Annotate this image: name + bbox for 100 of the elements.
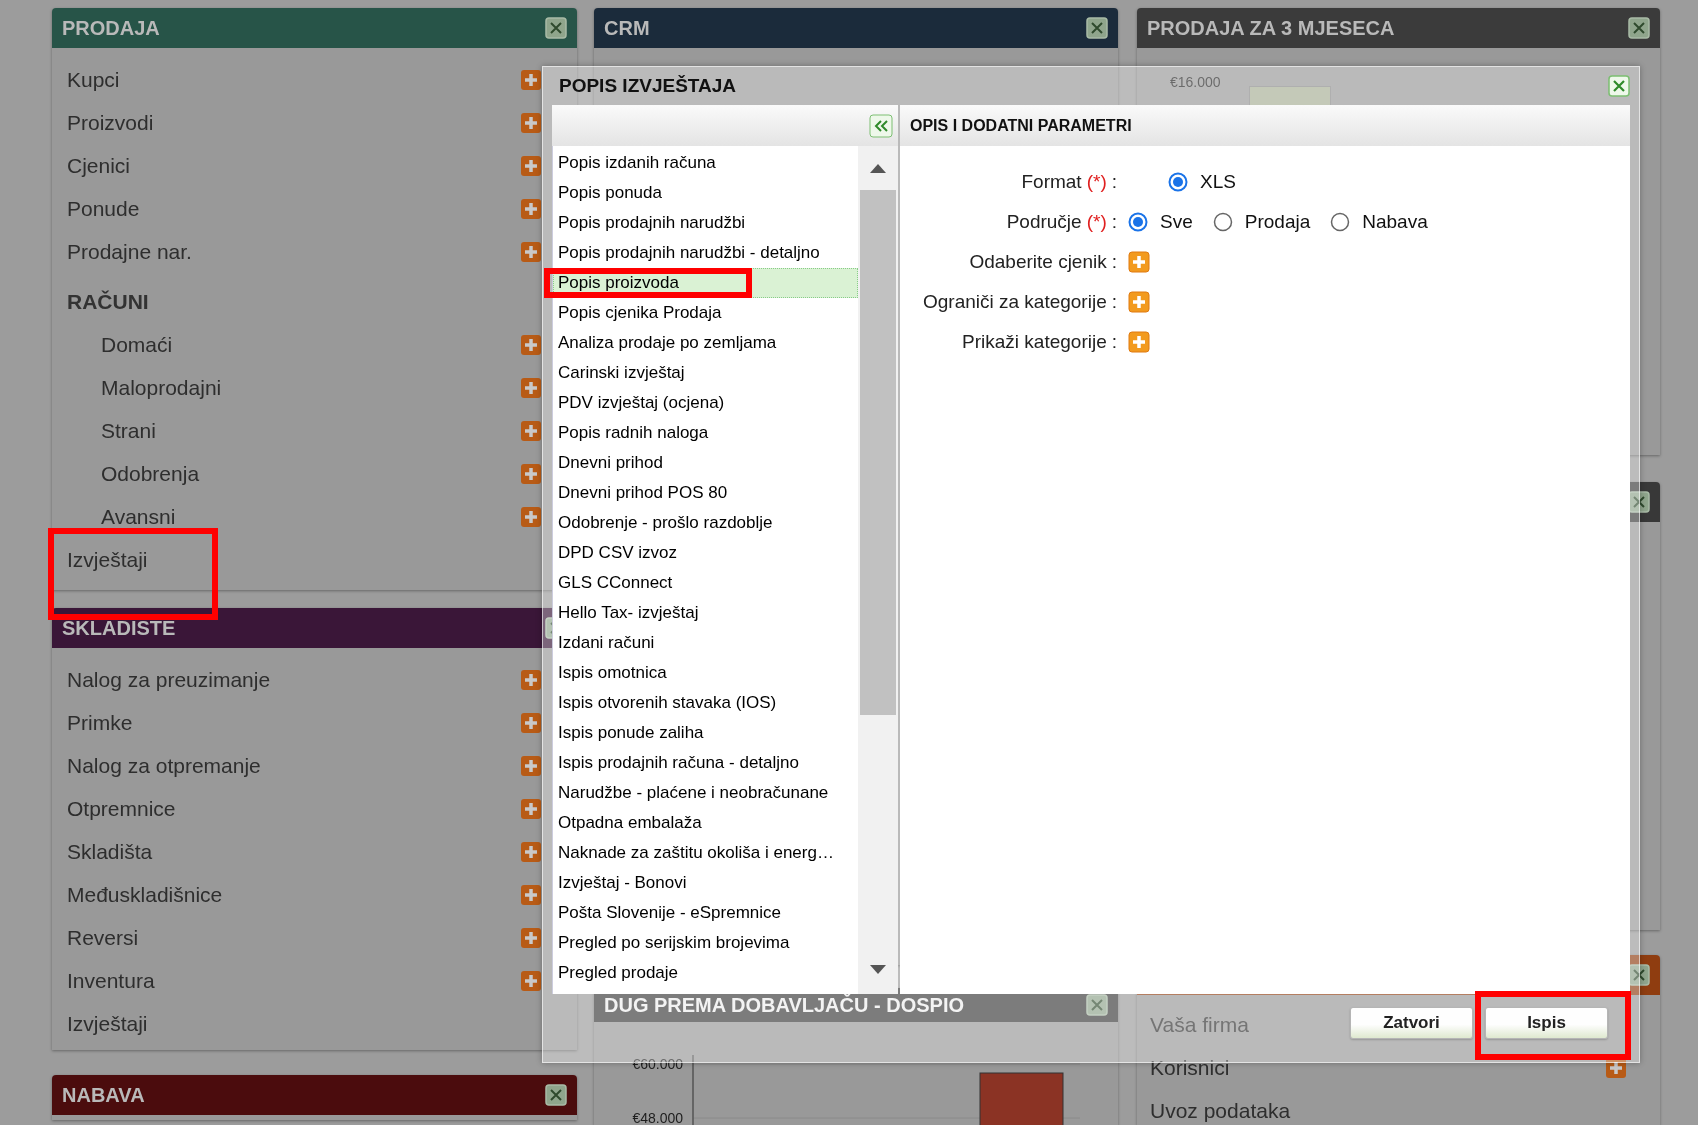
list-item[interactable]: Otpadna embalaža [553, 808, 858, 838]
list-item[interactable]: Popis cjenika Prodaja [553, 298, 858, 328]
chart-axis [692, 1054, 694, 1125]
list-item[interactable]: Dnevni prihod [553, 448, 858, 478]
list-item[interactable]: Carinski izvještaj [553, 358, 858, 388]
close-icon[interactable] [545, 17, 567, 39]
plus-icon[interactable] [520, 668, 542, 691]
menu-link[interactable]: Reversi [67, 925, 139, 950]
list-item[interactable]: Narudžbe - plaćene i neobračunane [553, 778, 858, 808]
menu-link[interactable]: Inventura [67, 968, 155, 993]
plus-icon[interactable] [520, 240, 542, 263]
scrollbar-thumb[interactable] [860, 190, 896, 715]
label-colon: : [1111, 291, 1117, 313]
menu-link[interactable]: Prodajne nar. [67, 239, 192, 264]
plus-icon[interactable] [1128, 251, 1150, 273]
list-item[interactable]: PDV izvještaj (ocjena) [553, 388, 858, 418]
plus-icon[interactable] [520, 376, 542, 399]
plus-icon[interactable] [520, 68, 542, 91]
list-item[interactable]: Pregled po serijskim brojevima [553, 928, 858, 958]
menu-link[interactable]: Izvještaji [67, 547, 148, 572]
radio-option[interactable]: Nabava [1330, 211, 1428, 233]
plus-icon[interactable] [520, 969, 542, 992]
plus-icon[interactable] [520, 754, 542, 777]
menu-link[interactable]: Međuskladišnice [67, 882, 223, 907]
list-item[interactable]: DPD CSV izvoz [553, 538, 858, 568]
plus-icon[interactable] [520, 926, 542, 949]
list-item[interactable]: Hello Tax- izvještaj [553, 598, 858, 628]
menu-link[interactable]: Kupci [67, 67, 120, 92]
list-item[interactable]: Popis ponuda [553, 178, 858, 208]
scroll-up-icon[interactable] [869, 163, 887, 173]
plus-icon[interactable] [520, 505, 542, 528]
radio-icon[interactable] [1330, 212, 1351, 232]
close-icon[interactable] [1628, 964, 1650, 986]
list-item[interactable]: Popis radnih naloga [553, 418, 858, 448]
radio-icon[interactable] [1212, 212, 1233, 232]
menu-link[interactable]: Strani [101, 418, 156, 443]
list-item[interactable]: Odobrenje - prošlo razdoblje [553, 508, 858, 538]
collapse-icon[interactable] [869, 113, 893, 138]
dialog-title: POPIS IZVJEŠTAJA [559, 75, 737, 97]
menu-link[interactable]: Maloprodajni [101, 375, 222, 400]
menu-link[interactable]: Uvoz podataka [1150, 1098, 1291, 1123]
list-item[interactable]: Ispis ponude zaliha [553, 718, 858, 748]
menu-link[interactable]: Korisnici [1150, 1055, 1230, 1080]
close-icon[interactable] [1628, 17, 1650, 39]
menu-link[interactable]: Ponude [67, 196, 140, 221]
list-item[interactable]: Dnevni prihod POS 80 [553, 478, 858, 508]
menu-link[interactable]: Nalog za otpremanje [67, 753, 261, 778]
dialog-button[interactable]: Ispis [1485, 1007, 1608, 1039]
axis-label: €16.000 [1170, 74, 1221, 90]
plus-icon[interactable] [520, 197, 542, 220]
list-item[interactable]: Popis prodajnih narudžbi - detaljno [553, 238, 858, 268]
radio-icon[interactable] [1128, 212, 1148, 232]
field-label: Prikaži kategorije [962, 331, 1107, 353]
list-item[interactable]: Popis izdanih računa [553, 148, 858, 178]
close-icon[interactable] [1086, 17, 1108, 39]
menu-link[interactable]: Otpremnice [67, 796, 176, 821]
list-item[interactable]: GLS CConnect [553, 568, 858, 598]
close-icon[interactable] [1628, 491, 1650, 513]
menu-link[interactable]: Izvještaji [67, 1011, 148, 1036]
list-item[interactable]: Izdani računi [553, 628, 858, 658]
radio-option[interactable]: XLS [1168, 171, 1236, 193]
plus-icon[interactable] [1128, 331, 1150, 353]
list-item[interactable]: Pošta Slovenije - eSpremnice [553, 898, 858, 928]
plus-icon[interactable] [1128, 291, 1150, 313]
list-item[interactable]: Naknade za zaštitu okoliša i energ… [553, 838, 858, 868]
list-item[interactable]: Analiza prodaje po zemljama [553, 328, 858, 358]
list-item[interactable]: Pregled prodaje [553, 958, 858, 988]
list-item[interactable]: Popis prodajnih narudžbi [553, 208, 858, 238]
radio-icon[interactable] [1168, 172, 1188, 192]
panel-title: SKLADISTE [62, 616, 176, 640]
pane-title: OPIS I DODATNI PARAMETRI [910, 116, 1132, 135]
plus-icon[interactable] [520, 462, 542, 485]
radio-option[interactable]: Sve [1128, 211, 1193, 233]
menu-link[interactable]: Skladišta [67, 839, 153, 864]
plus-icon[interactable] [520, 333, 542, 356]
menu-link[interactable]: Nalog za preuzimanje [67, 667, 271, 692]
plus-icon[interactable] [520, 797, 542, 820]
section-heading: RAČUNI [67, 289, 149, 314]
menu-link[interactable]: Proizvodi [67, 110, 154, 135]
menu-link[interactable]: Odobrenja [101, 461, 200, 486]
plus-icon[interactable] [520, 711, 542, 734]
menu-link[interactable]: Primke [67, 710, 133, 735]
radio-option[interactable]: Prodaja [1212, 211, 1311, 233]
close-icon[interactable] [545, 1084, 567, 1106]
menu-link[interactable]: Cjenici [67, 153, 131, 178]
menu-link[interactable]: Domaći [101, 332, 173, 357]
list-item[interactable]: Ispis omotnica [553, 658, 858, 688]
dialog-button[interactable]: Zatvori [1350, 1007, 1473, 1039]
required-mark: (*) [1086, 211, 1107, 233]
plus-icon[interactable] [520, 419, 542, 442]
plus-icon[interactable] [520, 883, 542, 906]
plus-icon[interactable] [520, 154, 542, 177]
menu-link[interactable]: Avansni [101, 504, 176, 529]
plus-icon[interactable] [520, 840, 542, 863]
list-item[interactable]: Ispis otvorenih stavaka (IOS) [553, 688, 858, 718]
field-label: Odaberite cjenik [969, 251, 1107, 273]
plus-icon[interactable] [520, 111, 542, 134]
scrollbar[interactable] [858, 146, 898, 994]
list-item[interactable]: Ispis prodajnih računa - detaljno [553, 748, 858, 778]
list-item[interactable]: Izvještaj - Bonovi [553, 868, 858, 898]
